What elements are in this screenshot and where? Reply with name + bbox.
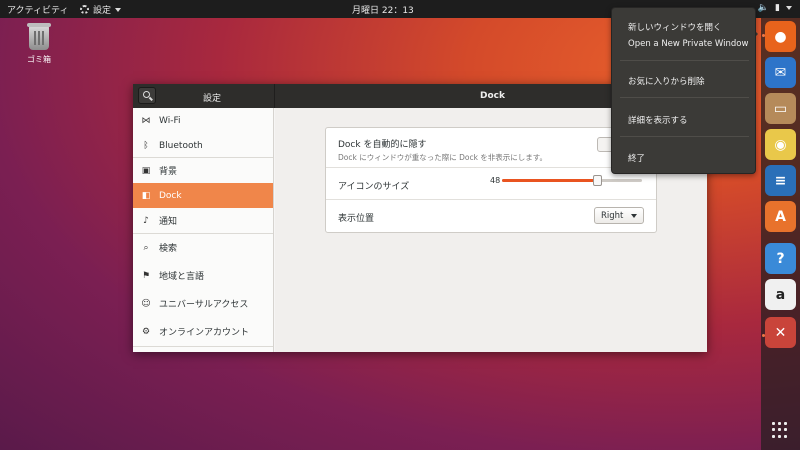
show-applications-icon[interactable]: [772, 422, 788, 438]
trash-label: ゴミ箱: [27, 55, 51, 64]
autohide-description: Dock にウィンドウが重なった際に Dock を非表示にします。: [338, 153, 548, 162]
writer-icon[interactable]: ≡: [765, 165, 796, 196]
bluetooth-icon: ᛒ: [143, 140, 149, 151]
notification-icon: ♪: [143, 215, 149, 226]
chevron-down-icon: [631, 214, 637, 218]
activities-button[interactable]: アクティビティ: [7, 3, 68, 16]
firefox-icon[interactable]: ●: [765, 21, 796, 52]
amazon-icon[interactable]: a: [765, 279, 796, 310]
system-menu-icon: [786, 6, 792, 10]
sidebar-item-notification[interactable]: ♪ 通知: [133, 208, 273, 233]
sidebar-title: 設定: [203, 94, 222, 104]
icon-size-slider[interactable]: [502, 175, 642, 186]
clock[interactable]: 月曜日 22：13: [352, 3, 414, 16]
battery-icon: ▮: [775, 3, 780, 13]
menu-item-new-private-window[interactable]: Open a New Private Window: [628, 39, 748, 49]
menu-separator: [620, 136, 749, 137]
sidebar-item-wifi[interactable]: ⋈ Wi-Fi: [133, 108, 273, 133]
page-title: Dock: [480, 91, 505, 101]
search-icon: ⌕: [143, 242, 149, 253]
sidebar-item-region[interactable]: ⚑ 地域と言語: [133, 263, 273, 288]
sidebar-item-label: Wi-Fi: [159, 115, 181, 126]
position-value: Right: [601, 211, 624, 221]
autohide-row[interactable]: Dock を自動的に隠す Dock にウィンドウが重なった際に Dock を非表…: [326, 128, 656, 168]
sidebar-item-dock[interactable]: ◧ Dock: [133, 183, 273, 208]
thunderbird-icon[interactable]: ✉: [765, 57, 796, 88]
sidebar-item-accessibility[interactable]: ☺ ユニバーサルアクセス: [133, 291, 273, 316]
chevron-down-icon: [115, 7, 122, 12]
trash-desktop-icon[interactable]: ゴミ箱: [20, 23, 58, 65]
sidebar-item-label: 地域と言語: [159, 272, 205, 282]
rhythmbox-icon[interactable]: ◉: [765, 129, 796, 160]
sidebar-item-label: Dock: [159, 190, 182, 201]
position-dropdown[interactable]: Right: [594, 207, 644, 224]
header-divider: [274, 84, 275, 108]
position-row: 表示位置 Right: [326, 200, 656, 232]
menu-separator: [620, 60, 749, 61]
menu-item-quit[interactable]: 終了: [628, 152, 645, 164]
autohide-label: Dock を自動的に隠す: [338, 140, 427, 150]
trash-icon: [27, 23, 51, 50]
sidebar-item-background[interactable]: ▣ 背景: [133, 158, 273, 183]
region-icon: ⚑: [141, 270, 151, 281]
system-tray[interactable]: 🔈 ▮: [758, 3, 792, 13]
sidebar-item-search[interactable]: ⌕ 検索: [133, 235, 273, 260]
dock-icon: ◧: [141, 190, 151, 201]
launcher-dock: ● ✉ ▭ ◉ ≡ A? a ✕: [761, 18, 800, 450]
sidebar-item-label: ユニバーサルアクセス: [159, 300, 249, 310]
sidebar-item-label: 背景: [159, 167, 178, 177]
help-icon[interactable]: ?: [765, 243, 796, 274]
background-icon: ▣: [141, 165, 151, 176]
software-icon[interactable]: A: [765, 201, 796, 232]
sidebar-item-label: 通知: [159, 217, 178, 227]
sidebar-separator: [133, 346, 273, 347]
sidebar-item-label: Bluetooth: [159, 140, 203, 151]
search-button[interactable]: [138, 87, 156, 104]
files-icon[interactable]: ▭: [765, 93, 796, 124]
settings-sidebar: ⋈ Wi-Fi ᛒ Bluetooth ▣ 背景 ◧ Dock ♪ 通知 ⌕ 検索 ⚑ 地域と言語 ☺ ユニバ…: [133, 108, 274, 352]
sidebar-item-label: オンラインアカウント: [159, 328, 250, 338]
sidebar-item-bluetooth[interactable]: ᛒ Bluetooth: [133, 133, 273, 158]
menu-item-show-details[interactable]: 詳細を表示する: [628, 114, 688, 126]
menu-item-remove-favorite[interactable]: お気に入りから削除: [628, 75, 705, 87]
dock-settings-panel: Dock を自動的に隠す Dock にウィンドウが重なった際に Dock を非表…: [325, 127, 657, 233]
sidebar-separator: [133, 233, 273, 234]
position-label: 表示位置: [338, 214, 375, 224]
running-indicator: [762, 334, 765, 337]
online-accounts-icon: ⚙: [141, 326, 151, 337]
icon-size-value: 48: [490, 176, 501, 185]
accessibility-icon: ☺: [141, 298, 151, 309]
volume-icon: 🔈: [757, 3, 770, 13]
settings-icon[interactable]: ✕: [765, 317, 796, 348]
menu-separator: [620, 97, 749, 98]
running-indicator: [762, 34, 765, 37]
icon-size-row: アイコンのサイズ 48: [326, 168, 656, 200]
sidebar-separator: [133, 157, 273, 158]
slider-fill: [502, 179, 598, 182]
wifi-icon: ⋈: [141, 115, 151, 126]
app-menu-label: 設定: [93, 6, 112, 16]
search-icon: [143, 91, 150, 98]
sidebar-item-online-accounts[interactable]: ⚙ オンラインアカウント: [133, 319, 273, 344]
app-menu[interactable]: 設定: [80, 3, 122, 16]
menu-item-new-window[interactable]: 新しいウィンドウを開く: [628, 21, 722, 33]
dock-context-menu: 新しいウィンドウを開く Open a New Private Window お気…: [611, 7, 756, 174]
slider-handle[interactable]: [593, 175, 603, 186]
icon-size-label: アイコンのサイズ: [338, 182, 410, 192]
sidebar-item-label: 検索: [159, 244, 178, 254]
gear-icon: [80, 5, 89, 14]
